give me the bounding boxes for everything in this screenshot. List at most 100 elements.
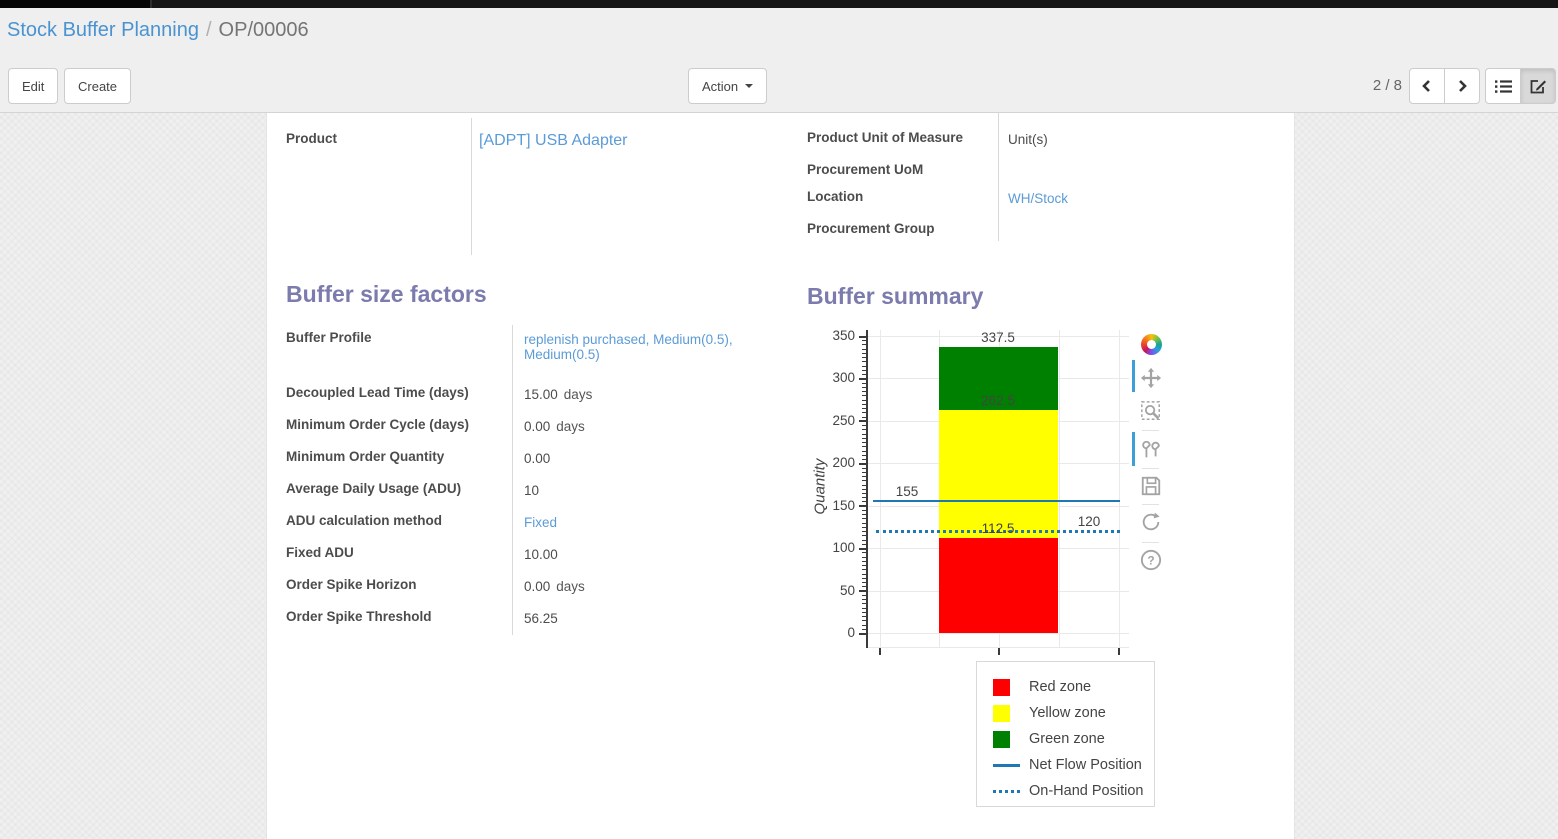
chevron-right-icon: [1455, 79, 1469, 93]
modebar-divider: [1142, 468, 1159, 469]
stock-buffer-planning-page: { "breadcrumb": { "root": "Stock Buffer …: [0, 0, 1558, 839]
compare-hover-icon: [1140, 439, 1162, 461]
pager-next-button[interactable]: [1444, 68, 1480, 104]
x-axis-tick: [1118, 648, 1120, 655]
pager-counter: 2 / 8: [1356, 77, 1402, 94]
modebar-button-pan[interactable]: [1139, 366, 1163, 390]
list-view-button[interactable]: [1485, 68, 1521, 104]
field-value-link-location[interactable]: WH/Stock: [1008, 191, 1068, 206]
create-button[interactable]: Create: [64, 68, 131, 104]
form-sheet: Product [ADPT] USB Adapter Product Unit …: [266, 113, 1295, 839]
zone-bar-yellow-zone[interactable]: [939, 410, 1058, 537]
modebar-button-help[interactable]: ?: [1139, 548, 1163, 572]
y-axis-tick-label: 100: [811, 540, 855, 555]
factor-label-minimum-order-quantity: Minimum Order Quantity: [286, 449, 444, 464]
factor-value-minimum-order-cycle-days: 0.00days: [524, 419, 776, 434]
chevron-down-icon: [745, 84, 753, 88]
pager-buttons: [1409, 68, 1480, 104]
chart-annotation-262-5: 262.5: [981, 393, 1015, 408]
box-zoom-icon: [1140, 400, 1162, 422]
y-axis-major-tick: [859, 336, 866, 338]
factor-value-buffer-profile[interactable]: replenish purchased, Medium(0.5), Medium…: [524, 332, 776, 362]
legend-label-on-hand-position: On-Hand Position: [1029, 783, 1143, 799]
y-axis-tick-label: 50: [811, 583, 855, 598]
legend-label-green-zone: Green zone: [1029, 731, 1105, 747]
x-axis-tick: [879, 648, 881, 655]
factor-value-link-buffer-profile[interactable]: replenish purchased, Medium(0.5), Medium…: [524, 332, 733, 362]
browser-tab-remnant: [0, 0, 152, 8]
factor-value-order-spike-horizon: 0.00days: [524, 579, 776, 594]
factor-value-average-daily-usage-adu: 10: [524, 483, 776, 498]
y-axis-major-tick: [859, 590, 866, 592]
y-axis-tick-label: 350: [811, 328, 855, 343]
chart-legend: Red zone Yellow zone Green zone Net Flow Po…: [976, 661, 1155, 807]
modebar-active-indicator: [1132, 360, 1135, 392]
line-net-flow-position[interactable]: [873, 500, 1120, 502]
factor-label-decoupled-lead-time-days: Decoupled Lead Time (days): [286, 385, 469, 400]
y-axis-major-tick: [859, 378, 866, 380]
legend-swatch-red-zone: [993, 679, 1010, 696]
field-label-product-unit-of-measure: Product Unit of Measure: [807, 130, 963, 145]
legend-line-sample-net-flow-position: [993, 764, 1020, 767]
pan-icon: [1140, 367, 1162, 389]
zone-bar-red-zone[interactable]: [939, 538, 1058, 633]
legend-line-sample-on-hand-position: [993, 790, 1020, 793]
field-label-location: Location: [807, 189, 863, 204]
buffer-chart-plot-area[interactable]: 050100150200250300350337.5262.5112.51551…: [867, 330, 1129, 648]
factor-label-minimum-order-cycle-days: Minimum Order Cycle (days): [286, 417, 469, 432]
y-axis-tick-label: 200: [811, 455, 855, 470]
legend-label-yellow-zone: Yellow zone: [1029, 705, 1106, 721]
modebar-button-plotly-logo[interactable]: [1139, 332, 1163, 356]
y-axis-line: [866, 330, 868, 648]
field-value-location: WH/Stock: [1008, 191, 1068, 206]
list-icon: [1495, 79, 1512, 94]
action-dropdown-button[interactable]: Action: [688, 68, 767, 104]
breadcrumb-separator: /: [206, 19, 212, 41]
modebar-divider: [1142, 504, 1159, 505]
action-button-label: Action: [702, 79, 738, 94]
browser-top-bar: [0, 0, 1558, 8]
y-axis-tick-label: 150: [811, 498, 855, 513]
pager-previous-button[interactable]: [1409, 68, 1445, 104]
factor-value-link-adu-calculation-method[interactable]: Fixed: [524, 515, 557, 530]
factor-label-order-spike-horizon: Order Spike Horizon: [286, 577, 417, 592]
form-view-button[interactable]: [1520, 68, 1556, 104]
legend-item-green-zone[interactable]: Green zone: [993, 726, 1154, 752]
y-axis-major-tick: [859, 548, 866, 550]
buffer-summary-title: Buffer summary: [807, 283, 983, 310]
factor-label-buffer-profile: Buffer Profile: [286, 330, 372, 345]
legend-label-red-zone: Red zone: [1029, 679, 1091, 695]
modebar-button-reset[interactable]: [1139, 510, 1163, 534]
breadcrumb-link-stock-buffer-planning[interactable]: Stock Buffer Planning: [7, 19, 199, 41]
content-background: Product [ADPT] USB Adapter Product Unit …: [0, 113, 1558, 839]
legend-item-net-flow-position[interactable]: Net Flow Position: [993, 752, 1154, 778]
x-axis-tick: [998, 648, 1000, 655]
modebar-button-save[interactable]: [1139, 474, 1163, 498]
product-value-link[interactable]: [ADPT] USB Adapter: [479, 132, 628, 149]
edit-button[interactable]: Edit: [8, 68, 58, 104]
y-axis-tick-label: 300: [811, 370, 855, 385]
factor-value-adu-calculation-method[interactable]: Fixed: [524, 515, 776, 530]
factor-label-adu-calculation-method: ADU calculation method: [286, 513, 442, 528]
legend-swatch-cell: [993, 705, 1029, 722]
legend-item-red-zone[interactable]: Red zone: [993, 674, 1154, 700]
factor-value-text: 0.00: [524, 419, 550, 434]
legend-swatch-cell: [993, 790, 1029, 793]
reset-icon: [1140, 511, 1162, 533]
modebar-button-compare-hover[interactable]: [1139, 438, 1163, 462]
y-axis-tick-label: 250: [811, 413, 855, 428]
factor-value-order-spike-threshold: 56.25: [524, 611, 776, 626]
factor-label-fixed-adu: Fixed ADU: [286, 545, 354, 560]
modebar-button-box-zoom[interactable]: [1139, 399, 1163, 423]
factor-value-text: 0.00: [524, 451, 550, 466]
legend-item-on-hand-position[interactable]: On-Hand Position: [993, 778, 1154, 804]
modebar-active-indicator: [1132, 432, 1135, 466]
factor-suffix: days: [564, 387, 593, 402]
legend-item-yellow-zone[interactable]: Yellow zone: [993, 700, 1154, 726]
field-value-product: [ADPT] USB Adapter: [479, 132, 628, 150]
y-axis-major-tick: [859, 463, 866, 465]
chart-annotation-120: 120: [1078, 514, 1101, 529]
y-axis-major-tick: [859, 505, 866, 507]
breadcrumb-current-record: OP/00006: [219, 19, 309, 41]
factor-value-text: 10: [524, 483, 539, 498]
